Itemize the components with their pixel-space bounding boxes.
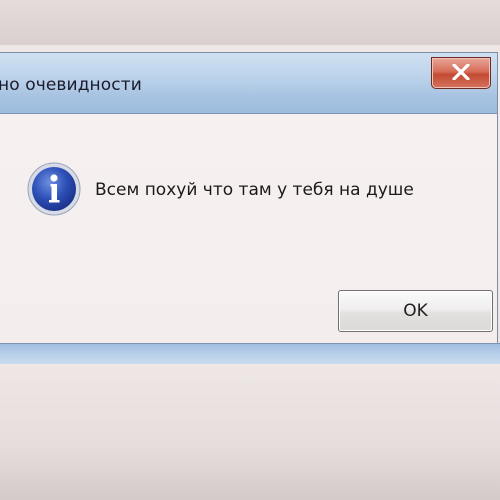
information-icon [27,162,81,216]
ok-button[interactable]: OK [338,290,493,332]
close-button[interactable] [431,57,491,89]
background-below [0,364,500,500]
window-title: но очевидности [0,75,142,95]
screen: но очевидности Всем похуй что там у тебя… [0,0,500,500]
dialog-bottom-border [0,343,500,364]
close-icon [452,64,470,80]
background-edge [0,0,500,45]
title-bar[interactable]: но очевидности [0,53,497,114]
message-text: Всем похуй что там у тебя на душе [95,180,414,200]
